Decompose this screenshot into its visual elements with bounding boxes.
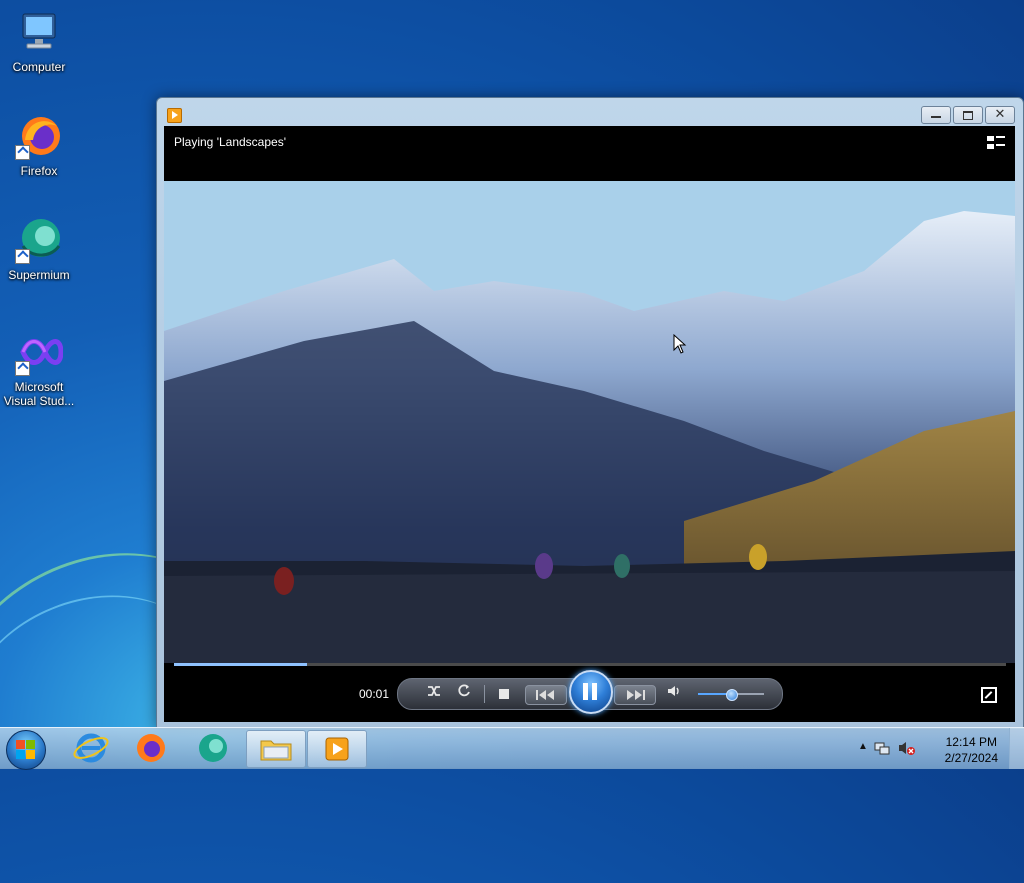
volume-muted-icon[interactable] (898, 740, 916, 756)
previous-button[interactable] (525, 685, 567, 705)
seek-bar[interactable] (174, 663, 1006, 666)
desktop-icon-computer[interactable]: Computer (2, 8, 76, 74)
minimize-icon (931, 116, 941, 118)
mute-button[interactable] (664, 683, 684, 705)
stop-icon (499, 689, 509, 699)
landscape-video-image (164, 181, 1015, 663)
desktop-icon-visual-studio[interactable]: Microsoft Visual Stud... (2, 328, 76, 408)
show-desktop-button[interactable] (1009, 728, 1024, 769)
network-icon[interactable] (874, 740, 890, 756)
pause-icon-bar (592, 683, 597, 700)
mouse-cursor-icon (673, 334, 687, 354)
repeat-button[interactable] (454, 683, 474, 705)
repeat-icon (458, 684, 470, 697)
folder-icon (260, 740, 292, 761)
elapsed-time: 00:01 (359, 687, 390, 701)
taskbar-firefox[interactable] (122, 730, 180, 766)
controls-divider (484, 685, 485, 703)
close-button[interactable]: ✕ (985, 106, 1015, 124)
now-playing-title: Playing 'Landscapes' (174, 135, 286, 149)
visual-studio-icon (15, 328, 64, 376)
system-tray: ▲ 12:14 PM 2/27/2024 (854, 728, 1024, 769)
close-icon: ✕ (994, 106, 1006, 121)
pause-icon (583, 683, 588, 700)
supermium-icon (15, 216, 63, 264)
shortcut-arrow-icon (15, 249, 30, 264)
video-frame[interactable] (164, 181, 1015, 663)
taskbar-supermium[interactable] (184, 730, 242, 766)
next-button[interactable] (614, 685, 656, 705)
taskbar-internet-explorer[interactable] (62, 730, 120, 766)
media-player-app-icon (167, 108, 182, 123)
shuffle-icon (428, 686, 440, 696)
window-buttons: ✕ (921, 106, 1015, 124)
pause-button[interactable] (569, 670, 613, 714)
supermium-icon (199, 734, 227, 762)
start-button[interactable] (6, 730, 46, 770)
taskbar-file-explorer[interactable] (246, 730, 306, 768)
fullscreen-button[interactable] (981, 687, 997, 703)
stop-button[interactable] (494, 684, 514, 705)
firefox-icon (15, 112, 63, 160)
clock-time: 12:14 PM (945, 735, 997, 749)
player-surface[interactable]: Playing 'Landscapes' 00:01 (164, 126, 1015, 722)
taskbar-clock[interactable]: 12:14 PM 2/27/2024 (945, 734, 998, 766)
minimize-button[interactable] (921, 106, 951, 124)
computer-icon (15, 8, 63, 56)
desktop-icon-supermium[interactable]: Supermium (2, 216, 76, 282)
switch-to-library-button[interactable] (987, 136, 1005, 150)
shortcut-arrow-icon (15, 145, 30, 160)
previous-icon (536, 690, 554, 700)
maximize-button[interactable] (953, 106, 983, 124)
desktop-icon-label: Supermium (8, 268, 70, 282)
internet-explorer-icon (73, 733, 109, 763)
clock-date: 2/27/2024 (944, 751, 998, 765)
maximize-icon (963, 111, 973, 120)
seek-progress (174, 663, 308, 666)
show-hidden-icons-icon[interactable]: ▲ (858, 741, 868, 752)
desktop-icon-label: Firefox (20, 164, 58, 178)
desktop-icon-label: Computer (12, 60, 66, 74)
media-player-window[interactable]: ✕ Playing 'Landscapes' 00:01 (156, 97, 1024, 729)
shortcut-arrow-icon (15, 361, 30, 376)
next-icon (627, 690, 645, 700)
media-player-icon (325, 737, 349, 761)
taskbar-media-player[interactable] (307, 730, 367, 768)
volume-knob[interactable] (726, 689, 738, 701)
volume-slider[interactable] (698, 689, 764, 701)
firefox-icon (137, 734, 165, 762)
desktop-icon-firefox[interactable]: Firefox (2, 112, 76, 178)
desktop-icon-label: Microsoft Visual Stud... (3, 380, 75, 408)
speaker-icon (668, 686, 679, 696)
taskbar: ▲ 12:14 PM 2/27/2024 (0, 727, 1024, 770)
shuffle-button[interactable] (424, 683, 444, 705)
